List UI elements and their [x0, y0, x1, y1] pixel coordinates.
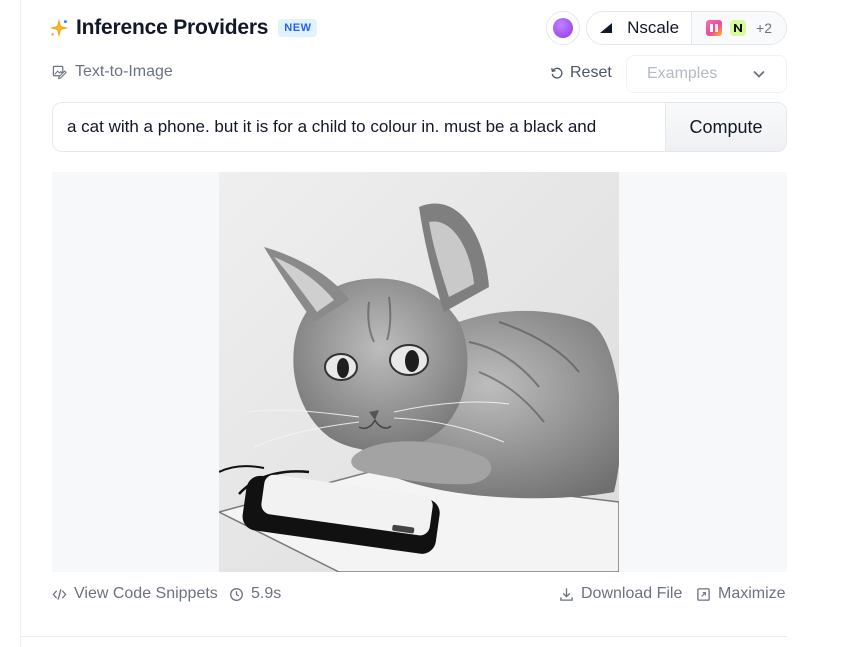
more-providers-button[interactable]: +2 — [691, 12, 786, 44]
timing-value: 5.9s — [251, 585, 282, 602]
view-code-label: View Code Snippets — [74, 585, 218, 602]
examples-dropdown[interactable]: Examples — [626, 55, 787, 93]
download-file-button[interactable]: Download File — [559, 585, 682, 603]
task-label: Text-to-Image — [75, 63, 173, 80]
provider-selector[interactable]: Nscale +2 — [586, 11, 787, 45]
download-label: Download File — [581, 585, 683, 602]
output-panel — [52, 172, 787, 572]
timing-info: 5.9s — [229, 585, 281, 603]
view-code-snippets-link[interactable]: View Code Snippets — [52, 585, 218, 603]
bottom-divider — [20, 636, 787, 637]
provider-current[interactable]: Nscale — [587, 12, 691, 44]
page-title: Inference Providers — [76, 16, 269, 39]
fal-icon — [706, 20, 723, 36]
reset-icon — [551, 67, 563, 79]
maximize-icon — [697, 587, 710, 601]
reset-label: Reset — [570, 64, 612, 81]
title-group: Inference Providers NEW — [48, 16, 318, 40]
n-icon — [730, 20, 747, 36]
widget-header: Inference Providers NEW Nscale +2 — [48, 11, 787, 45]
maximize-label: Maximize — [718, 585, 786, 602]
generated-image[interactable] — [219, 172, 619, 572]
reset-button[interactable]: Reset — [550, 64, 612, 82]
sparkle-icon — [49, 18, 69, 38]
compute-button[interactable]: Compute — [665, 103, 786, 151]
prompt-input[interactable]: a cat with a phone. but it is for a chil… — [53, 103, 665, 151]
download-icon — [560, 587, 573, 601]
chevron-down-icon — [753, 70, 765, 78]
avatar-button[interactable] — [546, 11, 581, 45]
new-badge: NEW — [278, 19, 318, 37]
output-footer: View Code Snippets 5.9s Download File Ma… — [52, 584, 787, 606]
nscale-icon — [600, 23, 613, 33]
provider-controls: Nscale +2 — [546, 11, 787, 45]
task-type: Text-to-Image — [52, 63, 173, 81]
examples-placeholder: Examples — [647, 65, 718, 82]
image-edit-icon — [52, 65, 67, 79]
provider-name: Nscale — [627, 18, 680, 37]
cat-sketch-illustration — [219, 172, 619, 572]
prompt-form: a cat with a phone. but it is for a chil… — [52, 102, 787, 152]
left-divider — [20, 0, 21, 647]
maximize-button[interactable]: Maximize — [696, 585, 786, 603]
code-icon — [52, 588, 67, 600]
avatar — [553, 18, 574, 38]
task-row: Text-to-Image Reset Examples — [52, 55, 787, 93]
clock-icon — [230, 587, 243, 601]
more-providers-count: +2 — [756, 20, 772, 36]
